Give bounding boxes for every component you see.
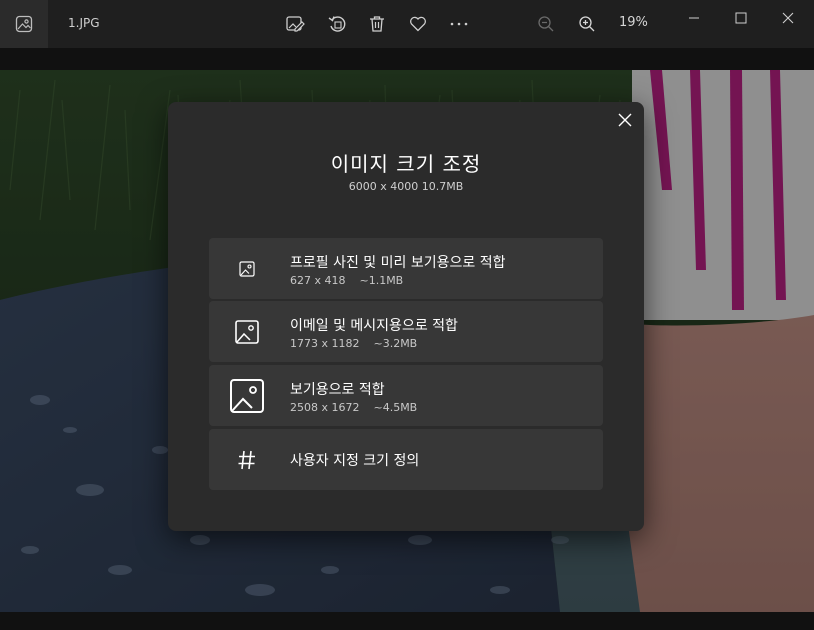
zoom-out-button[interactable]	[531, 9, 561, 39]
edit-image-icon	[286, 16, 305, 32]
favorite-button[interactable]	[403, 9, 433, 39]
resize-image-dialog: 이미지 크기 조정 6000 x 4000 10.7MB 프로필 사진 및 미리…	[168, 102, 644, 531]
photos-app-icon	[15, 15, 33, 33]
option-label: 이메일 및 메시지용으로 적합	[290, 318, 458, 334]
close-icon	[782, 12, 794, 24]
resize-option-medium[interactable]: 이메일 및 메시지용으로 적합 1773 x 1182 ~3.2MB	[209, 301, 603, 362]
option-size-info: 627 x 418 ~1.1MB	[290, 274, 404, 287]
rotate-icon	[328, 16, 346, 32]
rotate-button[interactable]	[322, 9, 352, 39]
zoom-in-icon	[579, 16, 595, 32]
resize-option-custom[interactable]: 사용자 지정 크기 정의	[209, 429, 603, 490]
resize-option-large[interactable]: 보기용으로 적합 2508 x 1672 ~4.5MB	[209, 365, 603, 426]
option-size-info: 2508 x 1672 ~4.5MB	[290, 401, 418, 414]
delete-icon	[370, 16, 384, 32]
close-icon	[618, 113, 632, 127]
dialog-close-button[interactable]	[614, 109, 636, 131]
delete-button[interactable]	[362, 9, 392, 39]
zoom-in-button[interactable]	[572, 9, 602, 39]
dialog-title: 이미지 크기 조정	[330, 152, 482, 176]
hash-icon	[223, 429, 271, 490]
favorite-icon	[410, 16, 426, 32]
photos-app-button[interactable]	[0, 0, 48, 48]
minimize-button[interactable]	[674, 4, 714, 32]
maximize-button[interactable]	[721, 4, 761, 32]
canvas-top-strip	[0, 48, 814, 70]
image-small-icon	[223, 238, 271, 299]
original-size-info: 6000 x 4000 10.7MB	[348, 180, 464, 193]
minimize-icon	[689, 17, 699, 19]
more-icon	[450, 22, 468, 26]
option-label: 보기용으로 적합	[290, 382, 385, 398]
option-size-info: 1773 x 1182 ~3.2MB	[290, 337, 418, 350]
canvas-bottom-strip	[0, 612, 814, 630]
file-name: 1.JPG	[68, 16, 100, 30]
image-large-icon	[223, 365, 271, 426]
title-bar: 1.JPG 19%	[0, 0, 814, 48]
zoom-out-icon	[538, 16, 554, 32]
option-label: 프로필 사진 및 미리 보기용으로 적합	[290, 255, 506, 271]
maximize-icon	[735, 12, 747, 24]
option-label: 사용자 지정 크기 정의	[290, 453, 420, 469]
edit-image-button[interactable]	[280, 9, 310, 39]
window-close-button[interactable]	[768, 4, 808, 32]
zoom-level: 19%	[619, 15, 648, 30]
more-button[interactable]	[444, 9, 474, 39]
resize-option-small[interactable]: 프로필 사진 및 미리 보기용으로 적합 627 x 418 ~1.1MB	[209, 238, 603, 299]
image-medium-icon	[223, 301, 271, 362]
